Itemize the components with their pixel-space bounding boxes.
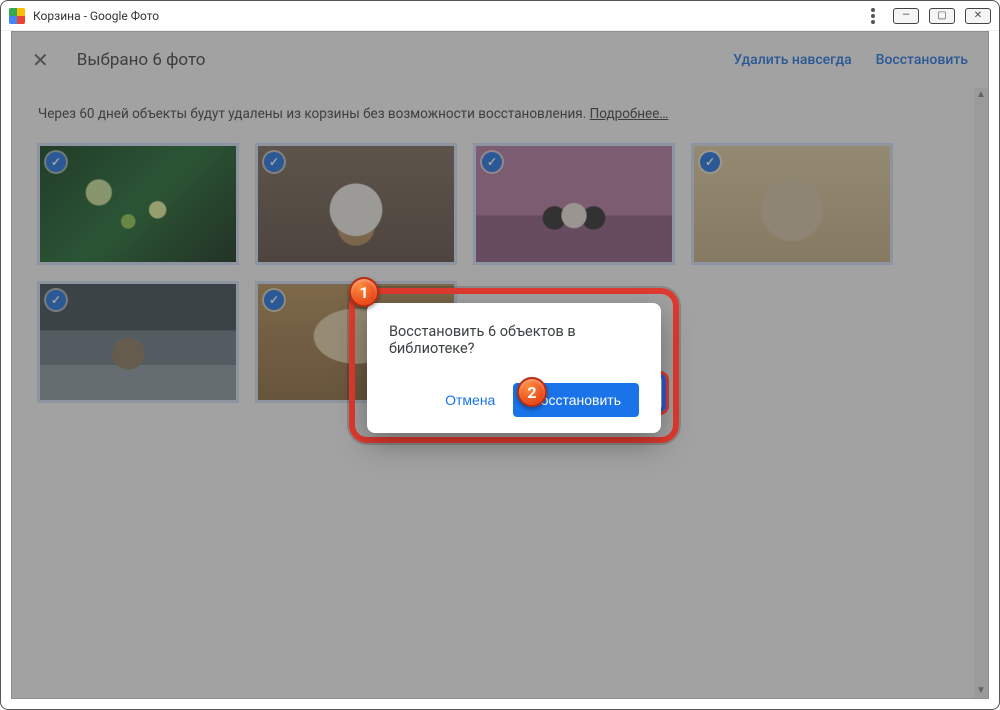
maximize-button[interactable]: ▢: [929, 8, 955, 24]
window-titlebar: Корзина - Google Фото — ▢ ✕: [1, 1, 999, 31]
close-window-button[interactable]: ✕: [965, 8, 991, 24]
window-title: Корзина - Google Фото: [33, 9, 159, 23]
minimize-button[interactable]: —: [893, 8, 919, 24]
restore-confirmation-dialog: Восстановить 6 объектов в библиотеке? От…: [367, 303, 661, 433]
google-photos-logo-icon: [9, 8, 25, 24]
dialog-actions: Отмена Восстановить: [389, 383, 639, 417]
kebab-menu-icon[interactable]: [871, 8, 875, 24]
annotation-badge-1: 1: [349, 277, 379, 307]
cancel-button[interactable]: Отмена: [435, 384, 505, 416]
dialog-message: Восстановить 6 объектов в библиотеке?: [389, 323, 639, 357]
window-frame: Корзина - Google Фото — ▢ ✕ ✕ Выбрано 6 …: [0, 0, 1000, 710]
window-controls: — ▢ ✕: [893, 8, 991, 24]
annotation-badge-2: 2: [517, 377, 547, 407]
